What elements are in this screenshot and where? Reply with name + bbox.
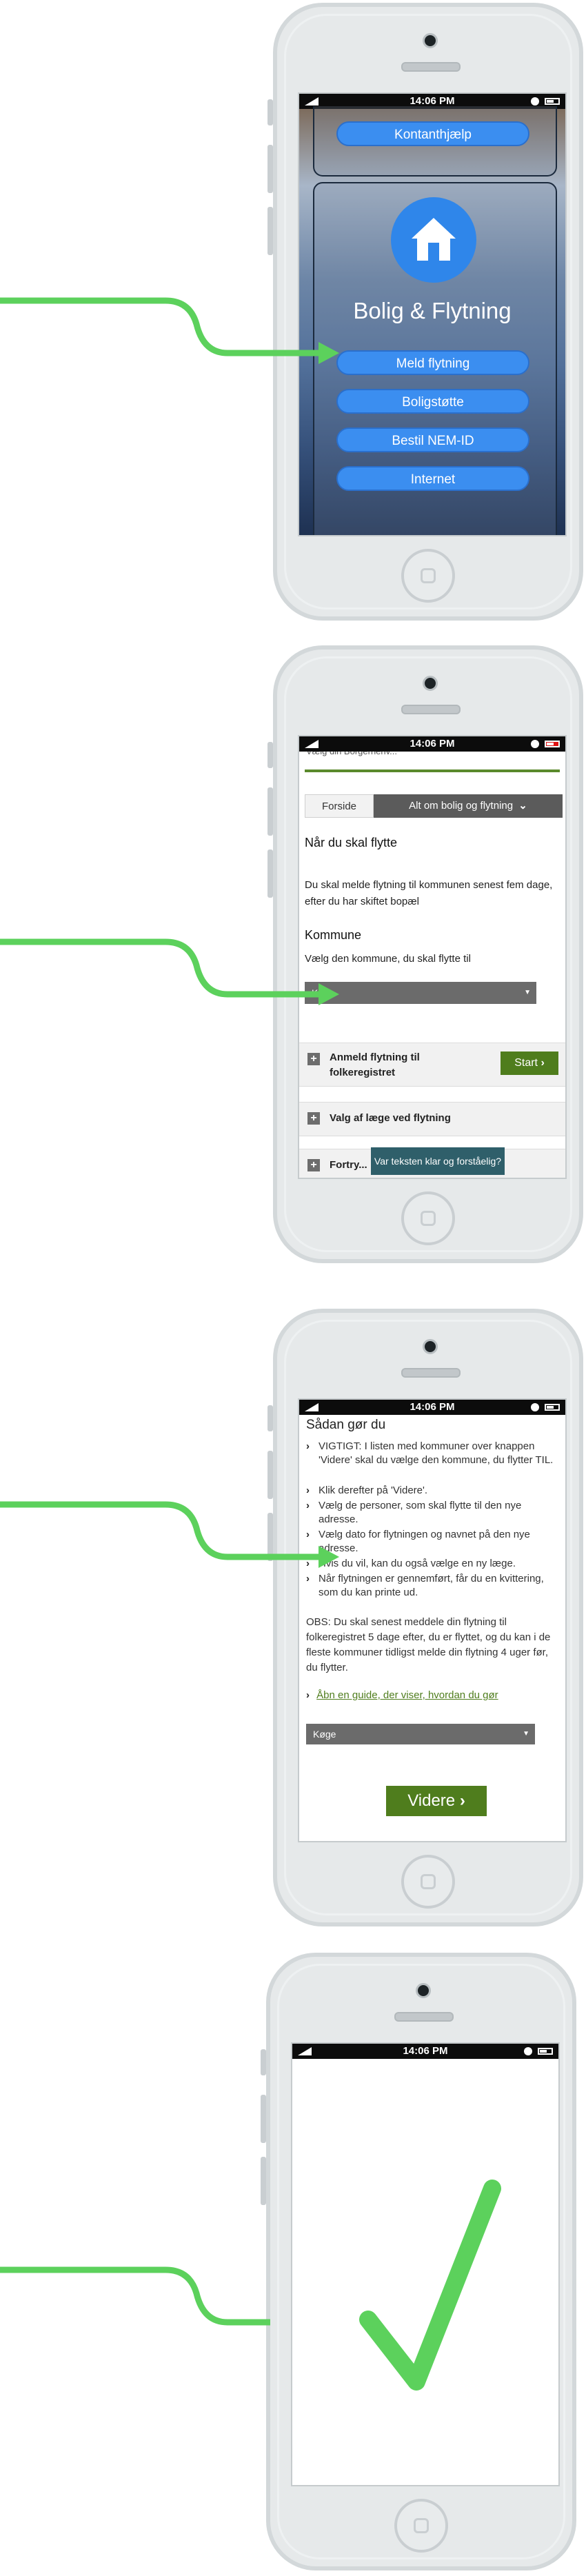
phone-side-button — [261, 2049, 266, 2075]
phone-side-button — [267, 742, 273, 768]
kommune-select[interactable]: Køge ▼ — [306, 1724, 535, 1744]
plus-icon: + — [307, 1112, 320, 1125]
guide-link-text: Åbn en guide, der viser, hvordan du gør — [316, 1689, 498, 1701]
speaker-grille — [401, 705, 461, 714]
phone-mockup-4: 14:06 PM — [261, 1953, 576, 2570]
status-bar: 14:06 PM — [299, 1400, 565, 1415]
battery-icon — [538, 2048, 553, 2055]
step-text: VIGTIGT: I listen med kommuner over knap… — [319, 1440, 554, 1466]
intro-text: Du skal melde flytning til kommunen sene… — [305, 879, 553, 907]
signal-icon — [305, 97, 319, 105]
page-heading: Når du skal flytte — [305, 836, 398, 849]
house-icon — [412, 218, 456, 261]
accordion-anmeld-label: Anmeld flytning til folkeregistret — [330, 1051, 420, 1078]
accordion-anmeld-flytning[interactable]: + Anmeld flytning til folkeregistret Sta… — [299, 1043, 565, 1087]
phone-screen-4: 14:06 PM — [291, 2042, 560, 2486]
bestil-nemid-button[interactable]: Bestil NEM-ID — [336, 427, 529, 452]
phone-side-button — [267, 207, 273, 255]
house-icon-circle — [391, 197, 476, 283]
meld-flytning-button[interactable]: Meld flytning — [336, 350, 529, 375]
phone-side-button — [267, 1451, 273, 1499]
signal-icon — [298, 2047, 312, 2055]
orientation-lock-icon — [531, 740, 539, 748]
signal-icon — [305, 740, 319, 748]
status-bar: 14:06 PM — [292, 2044, 558, 2059]
plus-icon: + — [307, 1053, 320, 1065]
speaker-grille — [401, 1368, 461, 1378]
feedback-button[interactable]: Var teksten klar og forståelig? — [371, 1147, 505, 1175]
videre-button[interactable]: Videre › — [386, 1786, 487, 1816]
camera-icon — [423, 1339, 438, 1354]
pointer-arrow-3 — [0, 1501, 339, 1568]
step-text: Vælg de personer, som skal flytte til de… — [319, 1500, 522, 1525]
camera-icon — [423, 33, 438, 48]
orientation-lock-icon — [531, 1403, 539, 1411]
step-text: Når flytningen er gennemført, får du en … — [319, 1573, 544, 1598]
phone-side-button — [267, 849, 273, 898]
kontanthjaelp-button[interactable]: Kontanthjælp — [336, 121, 529, 146]
home-button — [401, 1191, 455, 1245]
chevron-right-icon: › — [540, 1057, 545, 1069]
tab-forside[interactable]: Forside — [305, 794, 374, 818]
home-button — [401, 1855, 455, 1909]
kommune-select-value: Køge — [313, 1729, 336, 1740]
guide-link[interactable]: › Åbn en guide, der viser, hvordan du gø… — [306, 1689, 498, 1701]
plus-icon: + — [307, 1159, 320, 1171]
status-time: 14:06 PM — [410, 738, 455, 749]
green-divider — [305, 769, 560, 772]
phone-screen-3: 14:06 PM Sådan gør du › VIGTIGT: I listen… — [298, 1398, 567, 1842]
battery-icon — [545, 1404, 560, 1411]
chevron-right-icon: › — [459, 1791, 465, 1810]
battery-icon — [545, 98, 560, 105]
phone-side-button — [267, 145, 273, 193]
status-bar: 14:06 PM — [299, 736, 565, 752]
internet-button[interactable]: Internet — [336, 466, 529, 491]
chevron-right-icon: › — [306, 1689, 310, 1701]
checkmark-icon — [359, 2180, 501, 2391]
section-heading: Sådan gør du — [306, 1418, 386, 1432]
camera-icon — [423, 676, 438, 691]
accordion-valg-label: Valg af læge ved flytning — [330, 1112, 451, 1124]
phone-side-button — [267, 787, 273, 836]
pointer-line-4 — [0, 2266, 270, 2326]
battery-icon — [545, 741, 560, 747]
dropdown-arrow-icon: ▼ — [523, 1730, 529, 1738]
status-time: 14:06 PM — [403, 2045, 448, 2057]
start-button-label: Start — [514, 1057, 538, 1069]
start-button[interactable]: Start › — [501, 1051, 558, 1075]
step-item: › VIGTIGT: I listen med kommuner over kna… — [306, 1440, 558, 1467]
orientation-lock-icon — [524, 2047, 532, 2055]
step-text: Hvis du vil, kan du også vælge en ny læg… — [319, 1558, 516, 1569]
dropdown-arrow-icon: ▼ — [524, 989, 531, 996]
speaker-grille — [401, 62, 461, 72]
phone-side-button — [261, 2157, 266, 2205]
phone-side-button — [267, 1405, 273, 1431]
videre-button-label: Videre — [407, 1791, 456, 1810]
chevron-right-icon: › — [306, 1440, 310, 1452]
phone-mockup-3: 14:06 PM Sådan gør du › VIGTIGT: I listen… — [267, 1309, 583, 1926]
camera-icon — [416, 1983, 431, 1998]
signal-icon — [305, 1403, 319, 1411]
status-time: 14:06 PM — [410, 1401, 455, 1413]
status-time: 14:06 PM — [410, 95, 455, 107]
phone-side-button — [267, 99, 273, 125]
pointer-arrow-2 — [0, 938, 339, 1005]
accordion-fortryd-label: Fortry... — [330, 1159, 367, 1171]
tab-alt-om-bolig[interactable]: Alt om bolig og flytning ⌄ — [374, 794, 563, 818]
pointer-arrow-1 — [0, 297, 339, 364]
boligstoette-button[interactable]: Boligstøtte — [336, 389, 529, 414]
obs-note: OBS: Du skal senest meddele din flytning… — [306, 1616, 551, 1673]
home-button — [401, 549, 455, 603]
chevron-down-icon: ⌄ — [518, 800, 527, 812]
step-text: Vælg dato for flytningen og navnet på de… — [319, 1529, 530, 1554]
home-button — [394, 2499, 448, 2553]
tab-alt-om-bolig-label: Alt om bolig og flytning — [409, 800, 514, 812]
accordion-valg-af-laege[interactable]: + Valg af læge ved flytning — [299, 1102, 565, 1136]
tutorial-canvas: 14:06 PM Kontanthjælp Bolig & Flytning M… — [0, 0, 586, 2576]
orientation-lock-icon — [531, 97, 539, 105]
step-item: › Når flytningen er gennemført, får du en… — [306, 1572, 558, 1600]
phone-side-button — [261, 2095, 266, 2143]
speaker-grille — [394, 2012, 454, 2022]
